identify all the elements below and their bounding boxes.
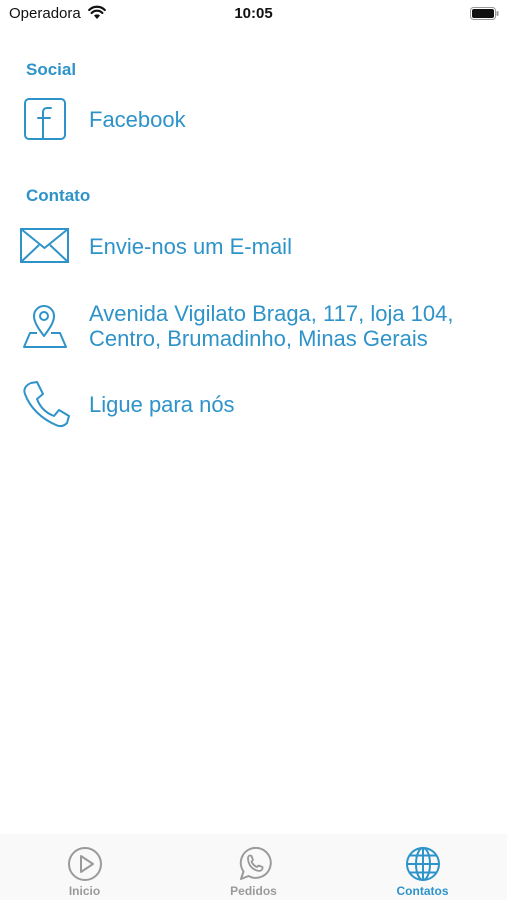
section-header-social: Social <box>26 60 77 79</box>
status-time: 10:05 <box>234 5 273 22</box>
envelope-icon <box>20 228 69 263</box>
call-row[interactable]: Ligue para nós <box>0 378 507 430</box>
call-label: Ligue para nós <box>89 392 235 417</box>
whatsapp-icon <box>239 846 272 880</box>
address-line-1: Avenida Vigilato Braga, 117, loja 104, <box>89 301 454 326</box>
facebook-label: Facebook <box>89 107 186 132</box>
map-pin-icon <box>23 305 67 348</box>
section-header-contato: Contato <box>26 186 91 205</box>
tab-inicio-label: Inicio <box>68 884 101 898</box>
tab-contatos-label: Contatos <box>396 884 449 898</box>
contacts-screen: Operadora 10:05 Social Facebook Contato … <box>0 0 507 900</box>
address-row[interactable]: Avenida Vigilato Braga, 117, loja 104, C… <box>0 298 507 354</box>
facebook-row[interactable]: Facebook <box>0 94 507 146</box>
phone-icon <box>23 381 70 428</box>
globe-icon <box>406 847 440 881</box>
email-label: Envie-nos um E-mail <box>89 234 292 259</box>
facebook-icon <box>24 98 66 140</box>
address-line-2: Centro, Brumadinho, Minas Gerais <box>89 326 428 351</box>
battery-icon <box>470 7 499 20</box>
status-bar: Operadora 10:05 <box>0 0 507 28</box>
tab-inicio[interactable]: Inicio <box>0 834 169 900</box>
tab-contatos[interactable]: Contatos <box>338 834 507 900</box>
email-row[interactable]: Envie-nos um E-mail <box>0 220 507 272</box>
tab-pedidos-label: Pedidos <box>230 884 277 898</box>
tab-bar: Inicio Pedidos Contatos <box>0 834 507 900</box>
tab-pedidos[interactable]: Pedidos <box>169 834 338 900</box>
play-circle-icon <box>68 847 102 881</box>
